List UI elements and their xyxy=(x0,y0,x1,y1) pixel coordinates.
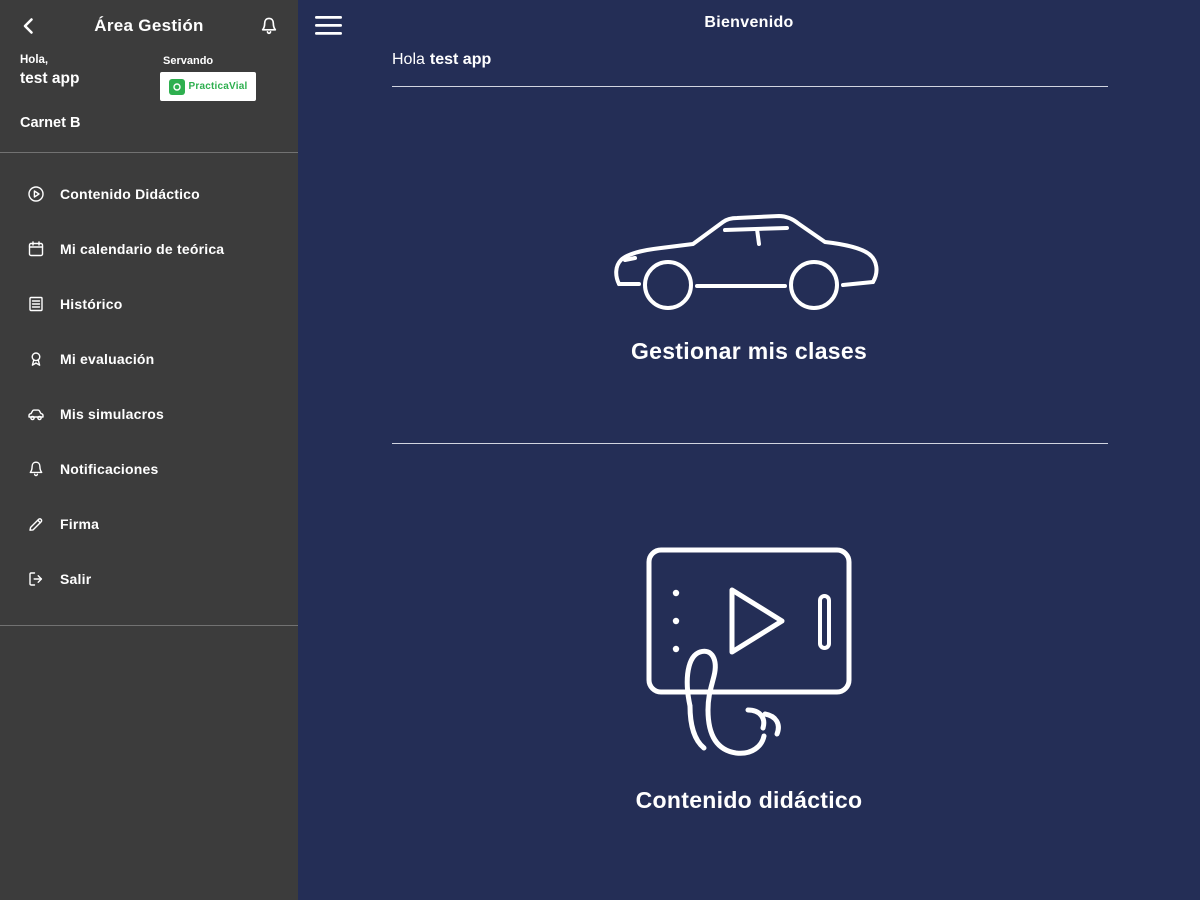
sidebar-item-evaluacion[interactable]: Mi evaluación xyxy=(0,331,298,386)
sidebar-item-label: Histórico xyxy=(60,295,123,312)
back-button[interactable] xyxy=(16,13,42,39)
user-greeting: Hola, xyxy=(20,54,49,66)
welcome-greeting: Hola test app xyxy=(392,51,491,69)
car-illustration-icon xyxy=(614,214,879,310)
page-title: Bienvenido xyxy=(704,14,794,31)
action-label: Gestionar mis clases xyxy=(630,338,868,364)
car-icon xyxy=(27,405,45,423)
divider xyxy=(0,152,298,153)
sidebar-item-label: Notificaciones xyxy=(60,460,159,477)
chevron-left-icon xyxy=(23,18,33,34)
sidebar-item-label: Mi calendario de teórica xyxy=(60,240,225,257)
sidebar-item-contenido-didactico[interactable]: Contenido Didáctico xyxy=(0,166,298,221)
divider xyxy=(392,86,1108,87)
calendar-icon xyxy=(27,240,45,258)
sidebar-item-label: Mi evaluación xyxy=(60,350,155,367)
sidebar-item-notificaciones[interactable]: Notificaciones xyxy=(0,441,298,496)
sidebar-item-historico[interactable]: Histórico xyxy=(0,276,298,331)
greeting-name: test app xyxy=(429,51,492,68)
sidebar: Área Gestión Hola, test app Servando Pra… xyxy=(0,0,298,900)
sidebar-item-calendario[interactable]: Mi calendario de teórica xyxy=(0,221,298,276)
play-circle-icon xyxy=(27,185,45,203)
greeting-prefix: Hola xyxy=(392,51,425,68)
bell-icon xyxy=(27,460,45,478)
divider xyxy=(392,443,1108,444)
sidebar-item-label: Contenido Didáctico xyxy=(60,185,200,202)
sidebar-item-label: Mis simulacros xyxy=(60,405,164,422)
brand-name: PracticaVial xyxy=(188,81,248,92)
user-name: test app xyxy=(20,70,80,87)
sidebar-item-salir[interactable]: Salir xyxy=(0,551,298,606)
tablet-video-hand-icon xyxy=(646,547,852,756)
manage-classes-card[interactable]: Gestionar mis clases xyxy=(298,186,1200,365)
logout-icon xyxy=(27,570,45,588)
medal-icon xyxy=(27,350,45,368)
main-panel: Bienvenido Hola test app Gestionar mis cl… xyxy=(298,0,1200,900)
sidebar-menu: Contenido Didáctico Mi calendario de teó… xyxy=(0,166,298,606)
sidebar-topbar: Área Gestión xyxy=(0,0,298,52)
sidebar-item-firma[interactable]: Firma xyxy=(0,496,298,551)
bell-icon xyxy=(261,17,277,35)
signature-pen-icon xyxy=(27,515,45,533)
notifications-button[interactable] xyxy=(256,13,282,39)
sidebar-item-label: Salir xyxy=(60,570,92,587)
instructor-label: Servando xyxy=(163,55,214,67)
app-window: Área Gestión Hola, test app Servando Pra… xyxy=(0,0,1200,900)
brand-badge: PracticaVial xyxy=(160,72,256,101)
didactic-content-card[interactable]: Contenido didáctico xyxy=(298,538,1200,814)
divider xyxy=(0,625,298,626)
sidebar-item-label: Firma xyxy=(60,515,100,532)
history-icon xyxy=(27,295,45,313)
brand-logo-icon xyxy=(168,78,185,95)
sidebar-item-simulacros[interactable]: Mis simulacros xyxy=(0,386,298,441)
license-label: Carnet B xyxy=(20,115,81,131)
sidebar-title: Área Gestión xyxy=(94,16,204,35)
action-label: Contenido didáctico xyxy=(635,787,863,813)
